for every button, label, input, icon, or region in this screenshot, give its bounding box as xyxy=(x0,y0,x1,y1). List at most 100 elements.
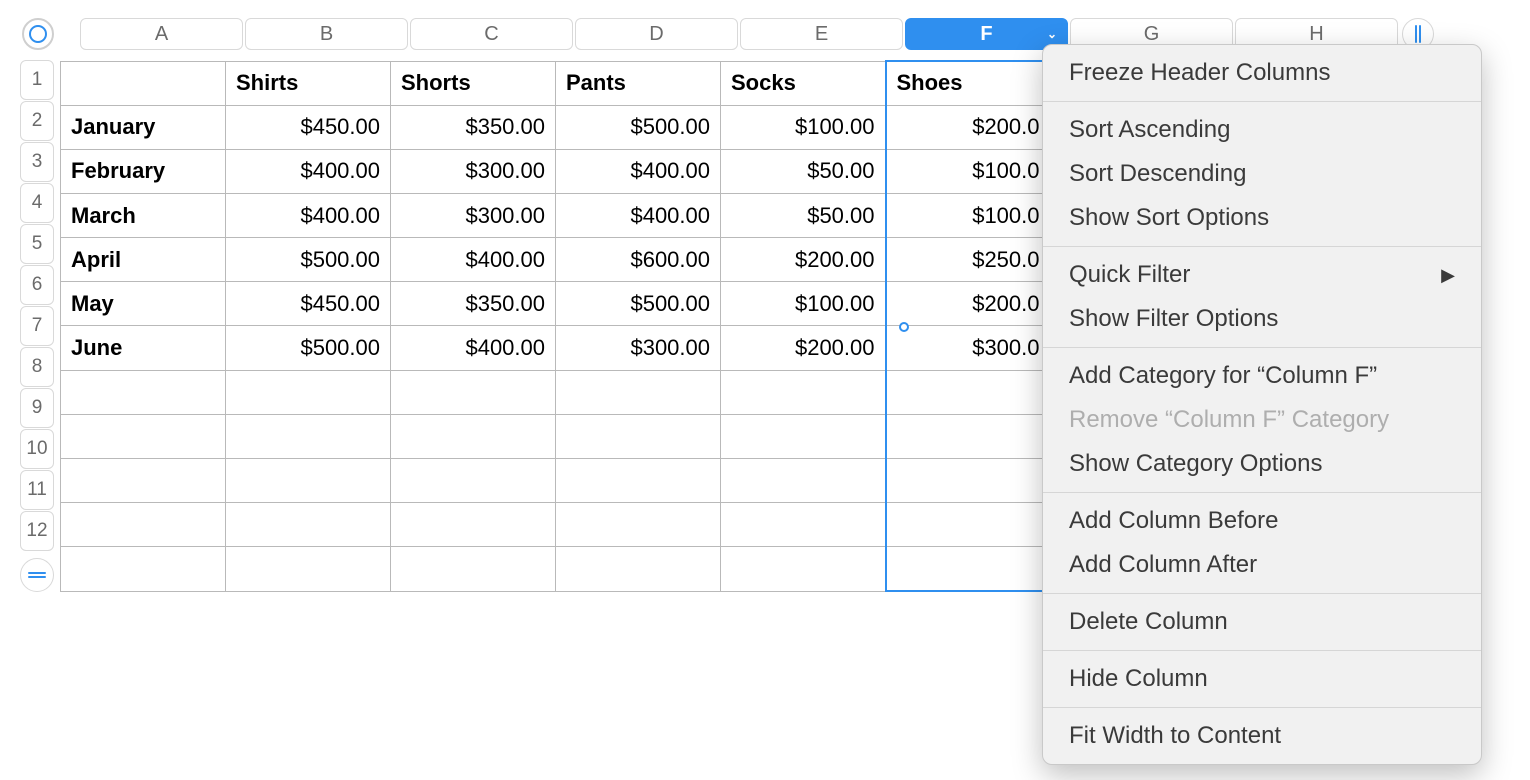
table-cell[interactable] xyxy=(61,547,226,591)
row-header-7[interactable]: 7 xyxy=(20,306,54,346)
table-cell[interactable]: $400.00 xyxy=(391,238,556,282)
row-header-3[interactable]: 3 xyxy=(20,142,54,182)
table-cell[interactable]: $500.00 xyxy=(556,105,721,149)
table-cell[interactable]: $450.00 xyxy=(226,105,391,149)
table-cell[interactable]: $400.00 xyxy=(391,326,556,370)
table-cell[interactable]: $250.0 xyxy=(886,238,1051,282)
table-cell[interactable]: $100.0 xyxy=(886,193,1051,237)
menu-item[interactable]: Show Sort Options xyxy=(1043,196,1481,240)
table-cell[interactable]: $50.00 xyxy=(721,193,886,237)
table-cell[interactable]: $100.00 xyxy=(721,282,886,326)
table-cell[interactable] xyxy=(721,414,886,458)
row-header-12[interactable]: 12 xyxy=(20,511,54,551)
table-cell[interactable]: $400.00 xyxy=(226,193,391,237)
table-cell[interactable] xyxy=(61,503,226,547)
menu-item[interactable]: Add Column Before xyxy=(1043,499,1481,543)
row-header-1[interactable]: 1 xyxy=(20,60,54,100)
table-cell[interactable] xyxy=(721,547,886,591)
table-cell[interactable] xyxy=(721,503,886,547)
table-cell[interactable] xyxy=(391,503,556,547)
row-header-8[interactable]: 8 xyxy=(20,347,54,387)
menu-item[interactable]: Show Filter Options xyxy=(1043,297,1481,341)
row-header-2[interactable]: 2 xyxy=(20,101,54,141)
table-cell[interactable] xyxy=(61,458,226,502)
add-row-handle[interactable] xyxy=(20,558,54,592)
row-header-5[interactable]: 5 xyxy=(20,224,54,264)
table-cell[interactable]: $200.00 xyxy=(721,326,886,370)
table-cell[interactable] xyxy=(556,547,721,591)
table-cell[interactable] xyxy=(886,414,1051,458)
column-header-d[interactable]: D xyxy=(575,18,738,50)
table-cell[interactable] xyxy=(556,503,721,547)
table-cell[interactable] xyxy=(556,414,721,458)
row-label-cell[interactable]: May xyxy=(61,282,226,326)
row-label-cell[interactable]: January xyxy=(61,105,226,149)
table-cell[interactable]: $200.00 xyxy=(721,238,886,282)
table-cell[interactable] xyxy=(886,458,1051,502)
column-header-e[interactable]: E xyxy=(740,18,903,50)
table-cell[interactable]: $400.00 xyxy=(556,193,721,237)
column-header-f[interactable]: F⌄ xyxy=(905,18,1068,50)
table-cell[interactable] xyxy=(391,458,556,502)
table-cell[interactable]: $200.0 xyxy=(886,105,1051,149)
table-cell[interactable]: $400.00 xyxy=(226,149,391,193)
table-header-cell[interactable]: Pants xyxy=(556,61,721,105)
table-cell[interactable]: $400.00 xyxy=(556,149,721,193)
table-cell[interactable] xyxy=(226,547,391,591)
table-cell[interactable] xyxy=(556,458,721,502)
table-cell[interactable]: $100.00 xyxy=(721,105,886,149)
table-cell[interactable]: $450.00 xyxy=(226,282,391,326)
table-cell[interactable]: $300.00 xyxy=(391,149,556,193)
table-cell[interactable]: $100.0 xyxy=(886,149,1051,193)
menu-item[interactable]: Show Category Options xyxy=(1043,442,1481,486)
table-cell[interactable] xyxy=(886,547,1051,591)
table-cell[interactable]: $500.00 xyxy=(226,238,391,282)
menu-item[interactable]: Hide Column xyxy=(1043,657,1481,701)
chevron-down-icon[interactable]: ⌄ xyxy=(1047,27,1057,41)
table-header-cell[interactable]: Shoes xyxy=(886,61,1051,105)
table-header-cell[interactable]: Shirts xyxy=(226,61,391,105)
table-cell[interactable] xyxy=(226,370,391,414)
row-header-4[interactable]: 4 xyxy=(20,183,54,223)
menu-item[interactable]: Quick Filter▶ xyxy=(1043,253,1481,297)
menu-item[interactable]: Sort Ascending xyxy=(1043,108,1481,152)
row-header-9[interactable]: 9 xyxy=(20,388,54,428)
table-cell[interactable] xyxy=(226,414,391,458)
table-cell[interactable]: $600.00 xyxy=(556,238,721,282)
table-cell[interactable] xyxy=(721,458,886,502)
table-cell[interactable] xyxy=(556,370,721,414)
table-cell[interactable]: $300.00 xyxy=(556,326,721,370)
table-cell[interactable] xyxy=(721,370,886,414)
column-header-a[interactable]: A xyxy=(80,18,243,50)
row-header-6[interactable]: 6 xyxy=(20,265,54,305)
table-cell[interactable] xyxy=(61,370,226,414)
table-cell[interactable]: $350.00 xyxy=(391,105,556,149)
table-cell[interactable]: $300.00 xyxy=(391,193,556,237)
table-cell[interactable] xyxy=(886,370,1051,414)
row-label-cell[interactable]: June xyxy=(61,326,226,370)
selection-handle[interactable] xyxy=(899,322,909,332)
row-label-cell[interactable]: February xyxy=(61,149,226,193)
table-cell[interactable] xyxy=(391,547,556,591)
menu-item[interactable]: Fit Width to Content xyxy=(1043,714,1481,758)
menu-item[interactable]: Add Column After xyxy=(1043,543,1481,587)
table-cell[interactable]: $50.00 xyxy=(721,149,886,193)
table-header-cell[interactable]: Socks xyxy=(721,61,886,105)
table-cell[interactable] xyxy=(61,414,226,458)
table-cell[interactable] xyxy=(226,458,391,502)
menu-item[interactable]: Sort Descending xyxy=(1043,152,1481,196)
menu-item[interactable]: Freeze Header Columns xyxy=(1043,51,1481,95)
table-cell[interactable] xyxy=(226,503,391,547)
column-header-c[interactable]: C xyxy=(410,18,573,50)
table-cell[interactable]: $200.0 xyxy=(886,282,1051,326)
table-cell[interactable]: $350.00 xyxy=(391,282,556,326)
table-cell[interactable] xyxy=(391,414,556,458)
row-label-cell[interactable]: April xyxy=(61,238,226,282)
column-header-b[interactable]: B xyxy=(245,18,408,50)
table-cell[interactable]: $500.00 xyxy=(556,282,721,326)
table-cell[interactable] xyxy=(886,503,1051,547)
table-cell[interactable]: $300.0 xyxy=(886,326,1051,370)
row-header-11[interactable]: 11 xyxy=(20,470,54,510)
menu-item[interactable]: Add Category for “Column F” xyxy=(1043,354,1481,398)
table-header-cell[interactable]: Shorts xyxy=(391,61,556,105)
